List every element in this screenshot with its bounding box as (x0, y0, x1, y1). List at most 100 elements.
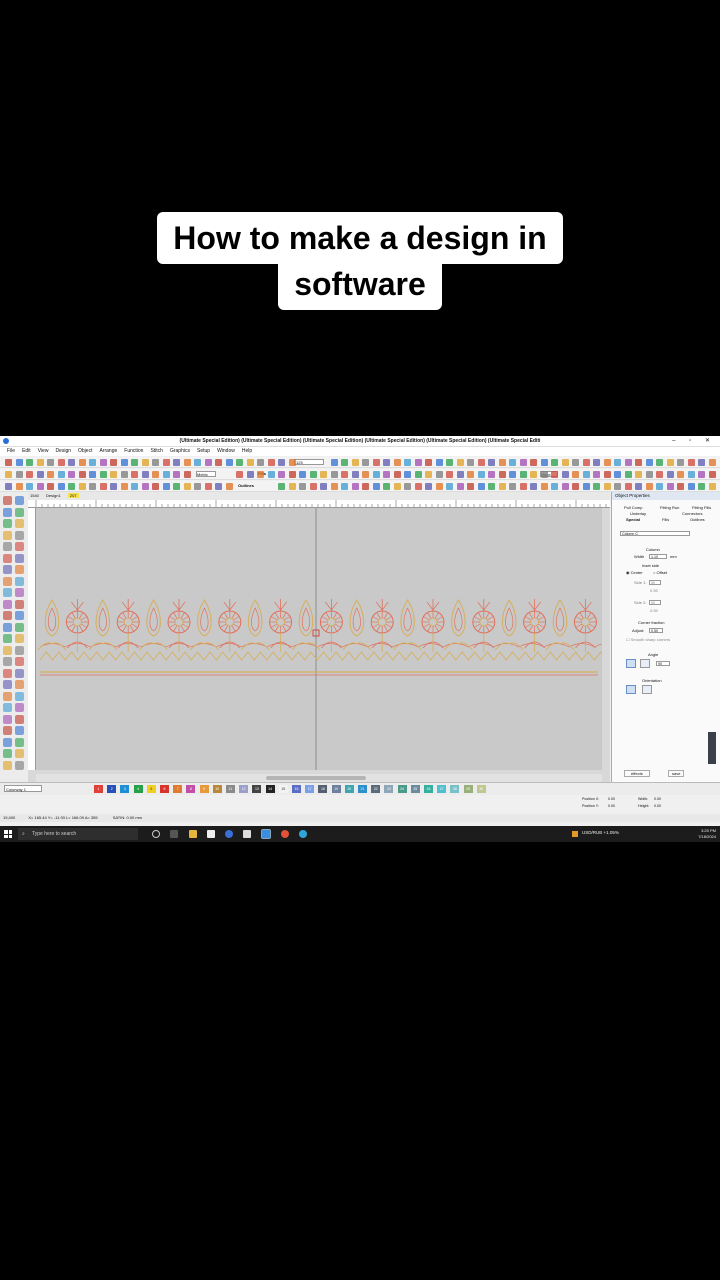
toolbox-tool-icon[interactable] (15, 599, 24, 609)
toolbar-tool-icon[interactable] (246, 471, 254, 478)
color-swatch-9[interactable]: 9 (199, 785, 209, 793)
color-swatch-7[interactable]: 7 (173, 785, 183, 793)
toolbar-tool-icon[interactable] (540, 483, 548, 490)
toolbar-tool-icon[interactable] (603, 459, 611, 466)
toolbar-tool-icon[interactable] (456, 459, 464, 466)
toolbar-tool-icon[interactable] (467, 471, 474, 478)
toolbox-tool-icon[interactable] (3, 714, 12, 724)
color-swatch-8[interactable]: 8 (186, 785, 196, 793)
toolbox-tool-icon[interactable] (15, 507, 24, 517)
color-swatch-10[interactable]: 10 (212, 785, 222, 793)
color-swatch-23[interactable]: 23 (384, 785, 394, 793)
tab-pull-comp[interactable]: Pull Comp (624, 505, 642, 510)
toolbox-tool-icon[interactable] (15, 519, 24, 528)
toolbar-tool-icon[interactable] (656, 483, 663, 490)
tab-special[interactable]: Special (626, 517, 640, 522)
toolbar-tool-icon[interactable] (120, 459, 128, 466)
toolbar-tool-icon[interactable] (393, 471, 401, 478)
toolbox-tool-icon[interactable] (3, 565, 12, 574)
toolbar-tool-icon[interactable] (89, 471, 96, 478)
toolbar-tool-icon[interactable] (372, 459, 380, 466)
embroidery-canvas[interactable] (36, 508, 620, 770)
toolbox-tool-icon[interactable] (15, 680, 24, 689)
menu-object[interactable]: Object (78, 447, 92, 456)
tab-fitting-run[interactable]: Fitting Run (660, 505, 679, 510)
toolbox-tool-icon[interactable] (3, 622, 12, 632)
angle-mode-icon-2[interactable] (640, 659, 650, 668)
taskbar-search[interactable]: ⌕ Type here to search (18, 828, 138, 840)
toolbar-tool-icon[interactable] (204, 483, 212, 490)
toolbar-tool-icon[interactable] (15, 459, 23, 466)
toolbar-tool-icon[interactable] (15, 471, 23, 478)
toolbar-tool-icon[interactable] (551, 471, 558, 478)
toolbar-tool-icon[interactable] (425, 459, 432, 466)
toolbar-tool-icon[interactable] (708, 471, 716, 478)
tab-design1[interactable]: Design1 (46, 493, 61, 498)
toolbar-tool-icon[interactable] (341, 483, 348, 490)
toolbar-tool-icon[interactable] (225, 459, 233, 466)
toolbar-tool-icon[interactable] (435, 459, 443, 466)
color-swatch-28[interactable]: 28 (450, 785, 460, 793)
toolbar-tool-icon[interactable] (687, 483, 695, 490)
toolbar-tool-icon[interactable] (15, 483, 23, 490)
toolbar-tool-icon[interactable] (519, 483, 527, 490)
tab-underlay[interactable]: Underlay (630, 511, 646, 516)
toolbar-tool-icon[interactable] (393, 483, 401, 490)
toolbar-tool-icon[interactable] (561, 483, 569, 490)
toolbar-tool-icon[interactable] (131, 459, 138, 466)
toolbar-tool-icon[interactable] (120, 483, 128, 490)
toolbar-tool-icon[interactable] (351, 483, 359, 490)
orientation-icon-1[interactable] (626, 685, 636, 694)
toolbar-tool-icon[interactable] (330, 471, 338, 478)
toolbar-tool-icon[interactable] (698, 471, 705, 478)
toolbar-tool-icon[interactable] (593, 471, 600, 478)
toolbar-tool-icon[interactable] (414, 483, 422, 490)
toolbar-tool-icon[interactable] (57, 483, 65, 490)
toolbar-tool-icon[interactable] (152, 471, 159, 478)
toolbar-tool-icon[interactable] (498, 483, 506, 490)
toolbar-tool-icon[interactable] (225, 483, 233, 490)
toolbar-tool-icon[interactable] (645, 471, 653, 478)
color-swatch-4[interactable]: 4 (133, 785, 143, 793)
toolbar-tool-icon[interactable] (47, 483, 54, 490)
toolbar-tool-icon[interactable] (372, 483, 380, 490)
menu-design[interactable]: Design (55, 447, 71, 456)
color-swatch-29[interactable]: 29 (463, 785, 473, 793)
toolbar-tool-icon[interactable] (99, 459, 107, 466)
toolbar-tool-icon[interactable] (309, 471, 317, 478)
toolbox-tool-icon[interactable] (15, 611, 24, 620)
toolbar-tool-icon[interactable] (677, 483, 684, 490)
color-swatch-21[interactable]: 21 (358, 785, 367, 793)
toolbar-tool-icon[interactable] (68, 459, 75, 466)
center-radio[interactable]: ◉ Center (626, 570, 643, 575)
toolbar-tool-icon[interactable] (624, 483, 632, 490)
toolbar-tool-icon[interactable] (656, 459, 663, 466)
toolbar-tool-icon[interactable] (57, 471, 65, 478)
toolbar-tool-icon[interactable] (5, 483, 12, 490)
chrome-icon[interactable] (281, 830, 289, 838)
scroll-thumb[interactable] (266, 776, 366, 780)
position-x-value[interactable]: 0.00 (608, 797, 615, 801)
toolbar-tool-icon[interactable] (152, 483, 159, 490)
toolbar-tool-icon[interactable] (330, 459, 338, 466)
embroidery-app-taskbar-icon[interactable] (261, 829, 271, 839)
toolbar-tool-icon[interactable] (194, 459, 201, 466)
color-swatch-5[interactable]: 5 (146, 785, 156, 793)
toolbar-tool-icon[interactable] (561, 471, 569, 478)
side2-input[interactable]: 50 (649, 600, 661, 605)
toolbar-tool-icon[interactable] (99, 471, 107, 478)
toolbar-tool-icon[interactable] (519, 459, 527, 466)
toolbox-tool-icon[interactable] (3, 749, 12, 758)
width-input[interactable]: 1.10 (649, 554, 667, 559)
horizontal-scrollbar[interactable] (36, 774, 602, 782)
toolbar-tool-icon[interactable] (477, 483, 485, 490)
angle-mode-icon-1[interactable] (626, 659, 636, 668)
menu-view[interactable]: View (38, 447, 49, 456)
toolbar-tool-icon[interactable] (404, 471, 411, 478)
windows-start-icon[interactable] (4, 830, 12, 838)
zoom-combo[interactable]: 125 (294, 459, 324, 465)
toolbox-tool-icon[interactable] (3, 588, 12, 597)
menu-function[interactable]: Function (124, 447, 143, 456)
menu-graphics[interactable]: Graphics (170, 447, 190, 456)
toolbar-tool-icon[interactable] (488, 471, 495, 478)
